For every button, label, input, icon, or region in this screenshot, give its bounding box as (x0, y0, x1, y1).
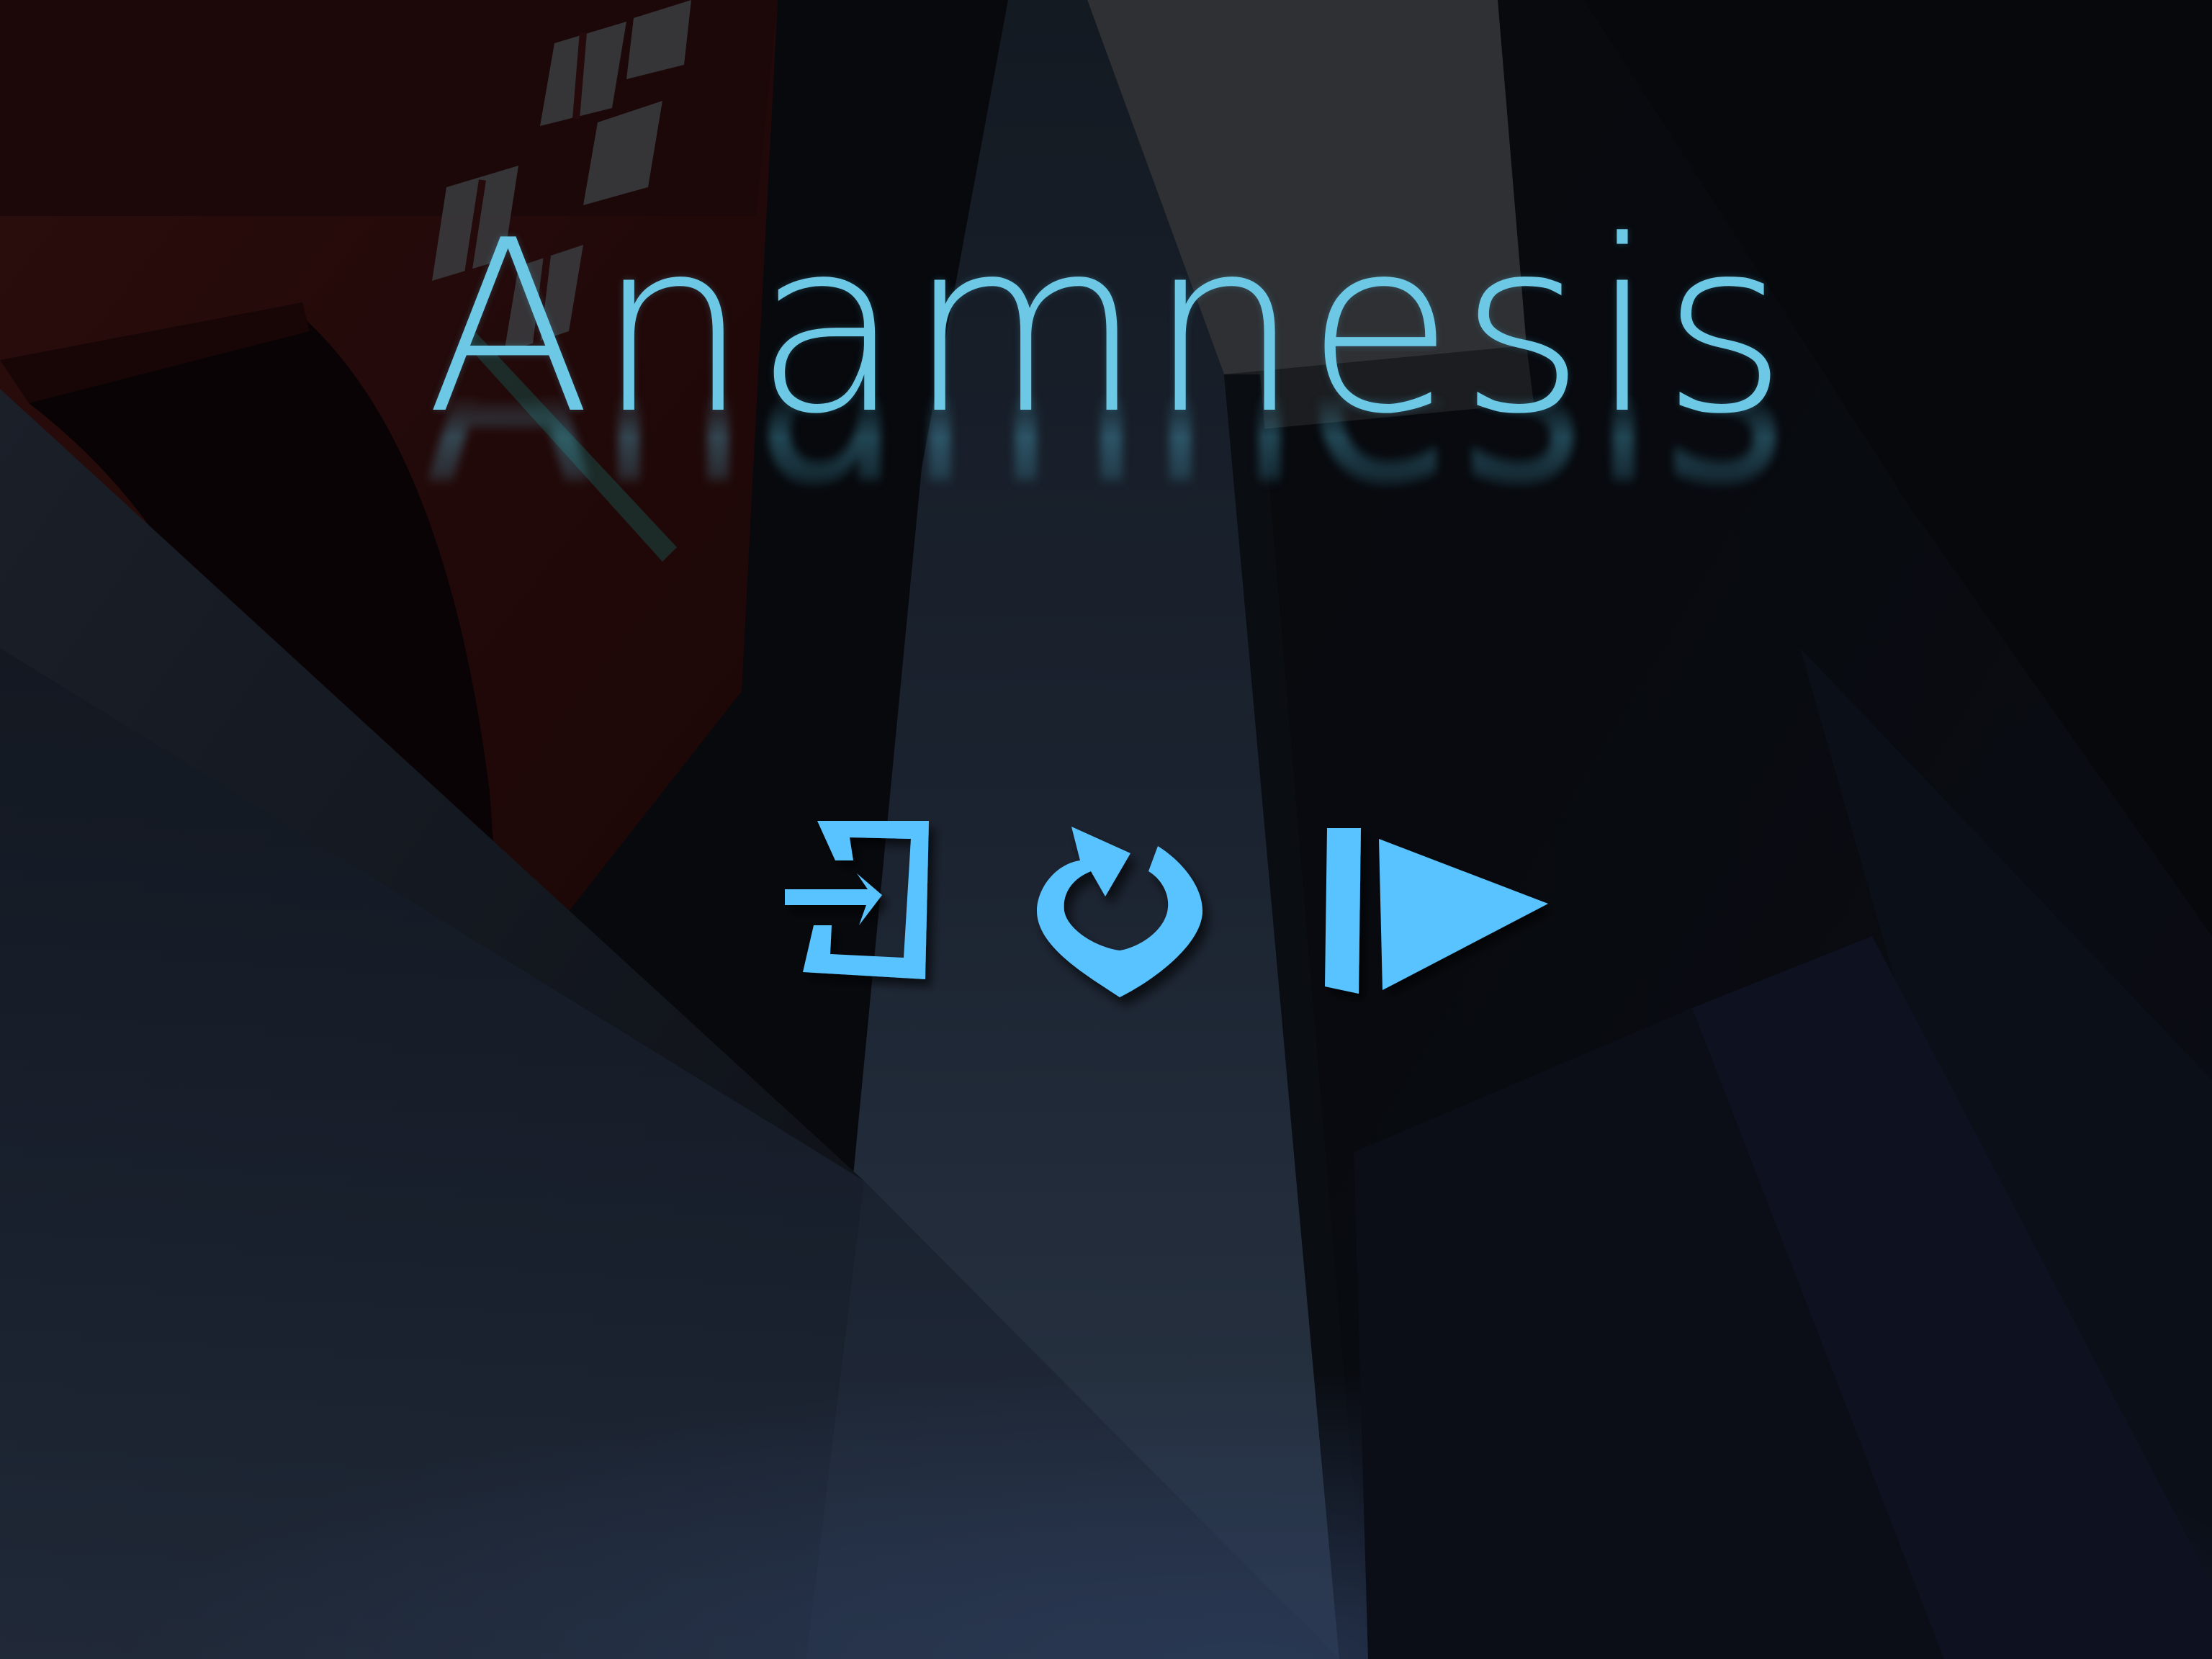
title-area: Anamnesis Anamnesis (0, 209, 2212, 554)
pause-menu-screen: Anamnesis Anamnesis (0, 0, 2212, 1659)
game-title: Anamnesis (426, 189, 1792, 466)
exit-button[interactable] (781, 817, 936, 986)
restart-button[interactable] (1030, 821, 1210, 1008)
resume-play-icon (1325, 828, 1548, 994)
restart-arrow-icon (1037, 827, 1202, 997)
resume-button[interactable] (1321, 824, 1552, 997)
exit-door-icon (785, 821, 929, 979)
